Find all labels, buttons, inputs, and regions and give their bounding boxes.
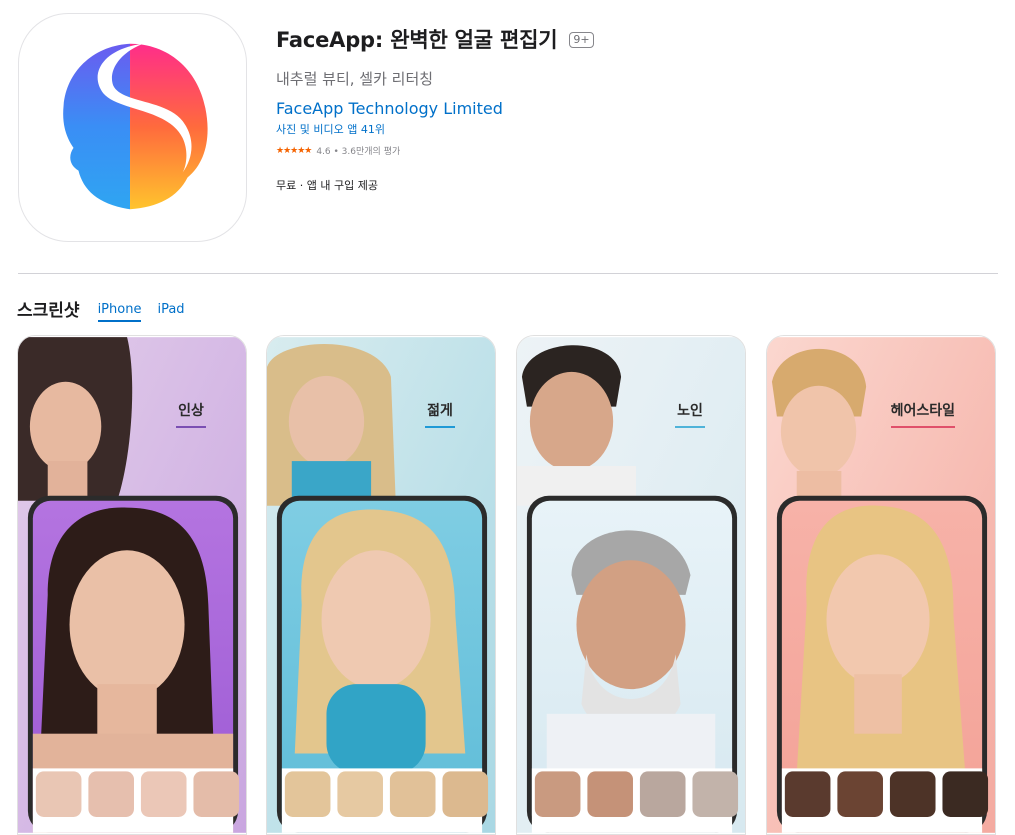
screenshot-image-1 — [18, 337, 246, 833]
screenshot-card-2[interactable]: 젊게 — [266, 335, 496, 835]
app-title: FaceApp: 완벽한 얼굴 편집기 — [276, 28, 558, 52]
rating-stars-icon: ★★★★★ — [276, 145, 312, 156]
app-icon — [18, 13, 247, 242]
tab-iphone[interactable]: iPhone — [97, 302, 141, 322]
screenshot-label-4: 헤어스타일 — [891, 400, 955, 428]
screenshot-label-1: 인상 — [176, 400, 206, 428]
screenshot-card-3[interactable]: 노인 — [516, 335, 746, 835]
app-store-page: FaceApp: 완벽한 얼굴 편집기 9+ 내추럴 뷰티, 셀카 리터칭 Fa… — [0, 0, 1015, 835]
screenshot-label-3: 노인 — [675, 400, 705, 428]
section-divider — [18, 273, 998, 274]
screenshot-card-1[interactable]: 인상 — [17, 335, 247, 835]
tab-ipad[interactable]: iPad — [157, 302, 184, 321]
screenshot-image-3 — [517, 337, 745, 833]
screenshots-header: 스크린샷 iPhone iPad — [17, 296, 185, 322]
category-ranking-link[interactable]: 사진 및 비디오 앱 41위 — [276, 123, 385, 136]
price-text: 무료 · 앱 내 구입 제공 — [276, 179, 378, 192]
app-info: FaceApp: 완벽한 얼굴 편집기 9+ 내추럴 뷰티, 셀카 리터칭 Fa… — [276, 24, 594, 193]
rating-text: 4.6 • 3.6만개의 평가 — [316, 147, 401, 157]
faceapp-logo-icon — [63, 43, 208, 210]
screenshot-image-4 — [767, 337, 995, 833]
age-rating-badge: 9+ — [569, 32, 594, 48]
screenshot-image-2 — [267, 337, 495, 833]
title-row: FaceApp: 완벽한 얼굴 편집기 9+ — [276, 24, 594, 54]
screenshots-title: 스크린샷 — [17, 301, 80, 321]
app-subtitle: 내추럴 뷰티, 셀카 리터칭 — [276, 70, 434, 88]
developer-link[interactable]: FaceApp Technology Limited — [276, 99, 503, 118]
screenshot-label-2: 젊게 — [425, 400, 455, 428]
screenshot-card-4[interactable]: 헤어스타일 — [766, 335, 996, 835]
rating-row: ★★★★★ 4.6 • 3.6만개의 평가 — [276, 144, 594, 158]
